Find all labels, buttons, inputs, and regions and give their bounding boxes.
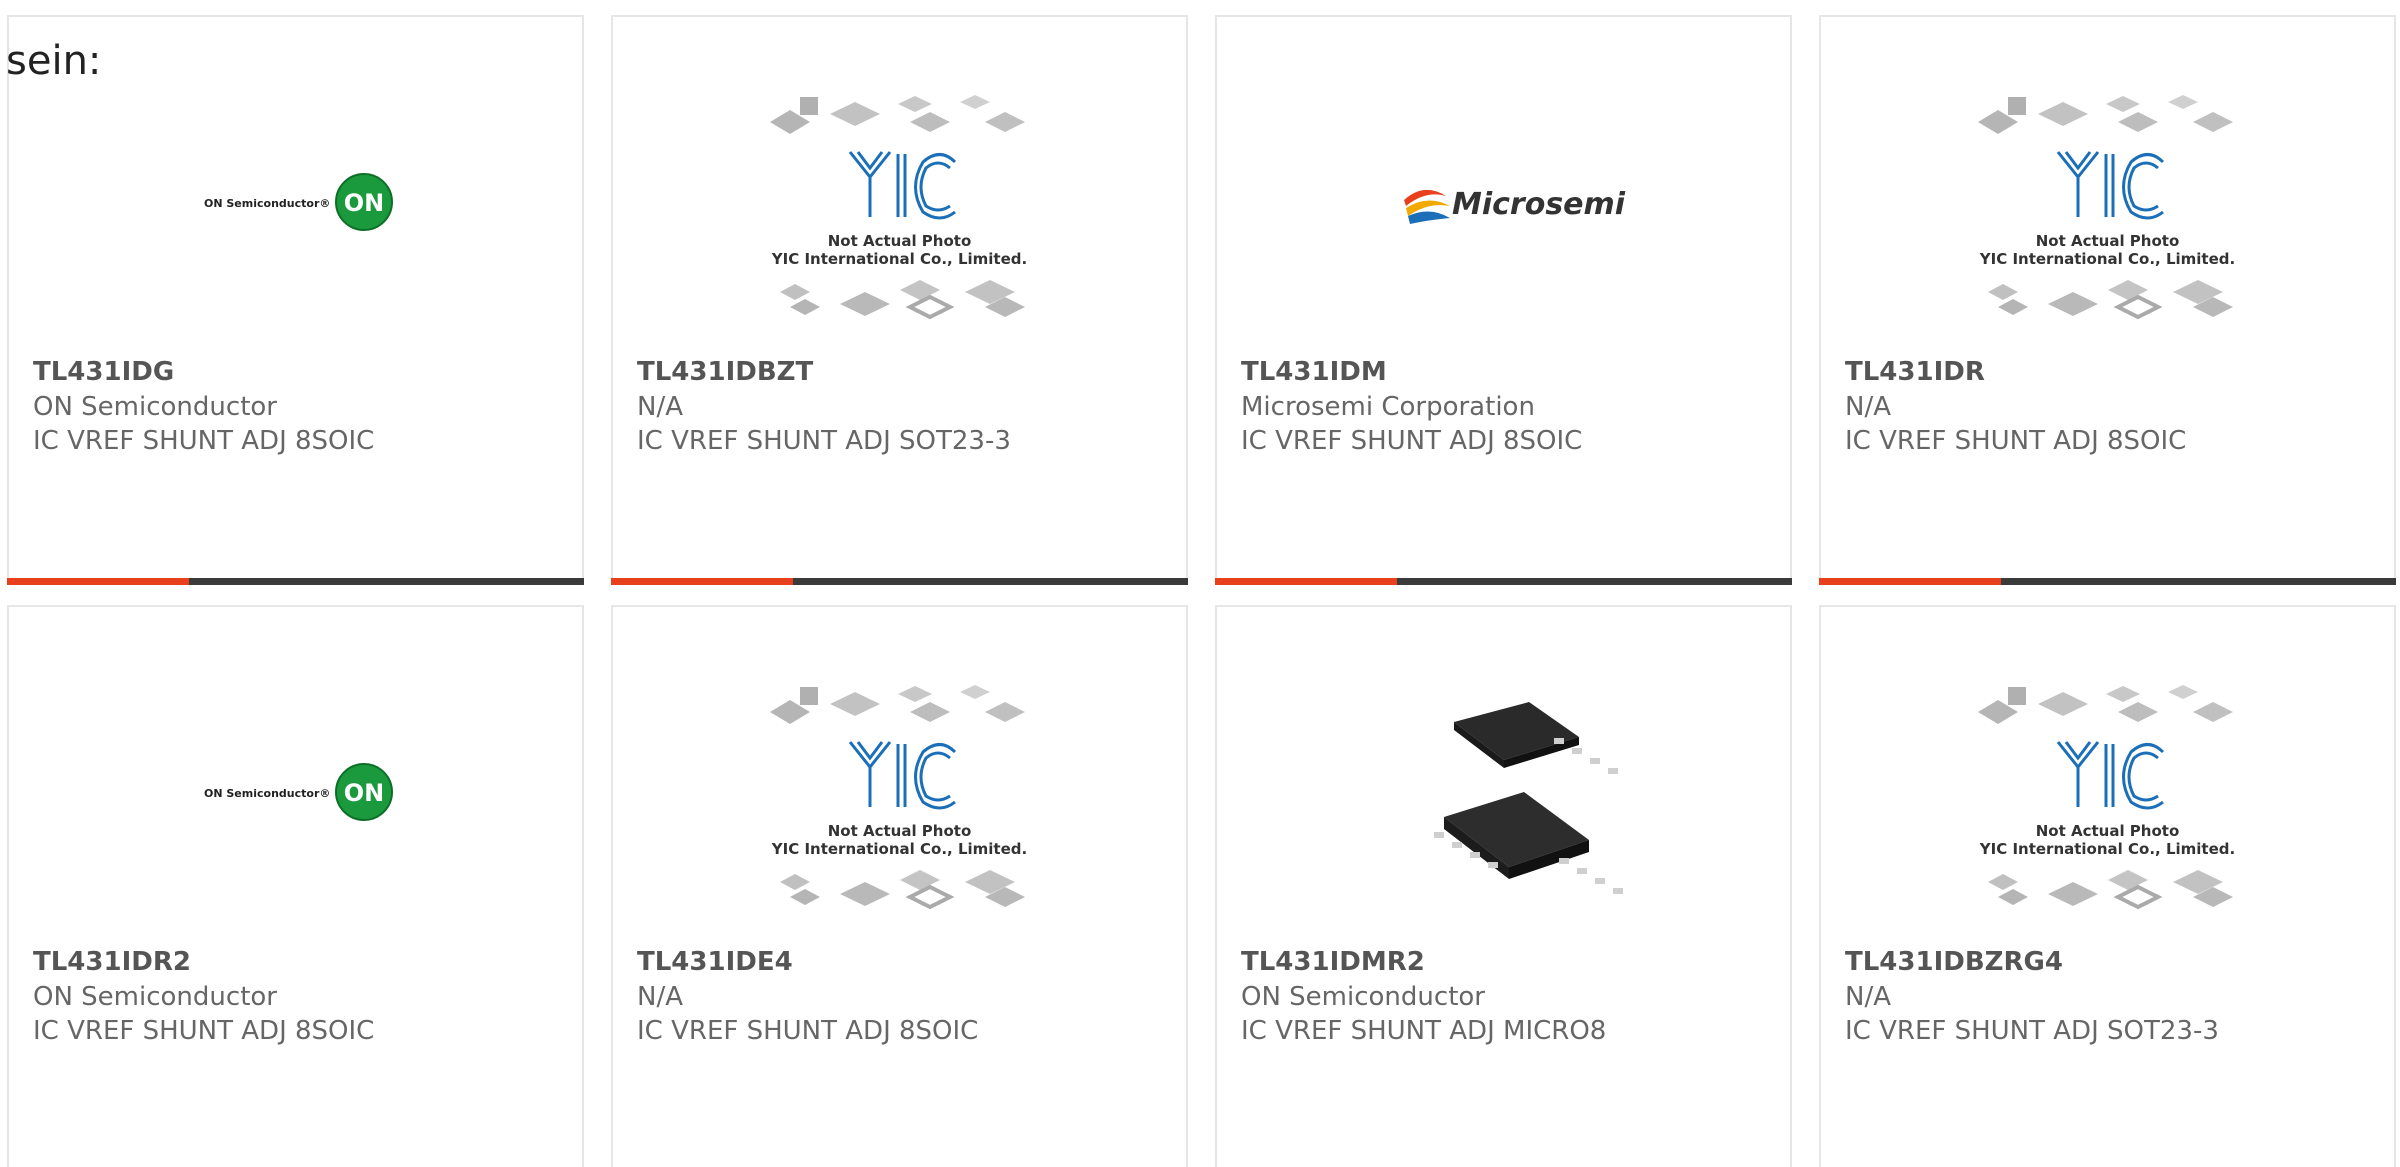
- product-image[interactable]: Not Actual Photo YIC International Co., L…: [1958, 682, 2258, 922]
- product-card[interactable]: TL431IDMR2 ON Semiconductor IC VREF SHUNT …: [1215, 605, 1792, 1167]
- on-logo-text: ON Semiconductor®: [204, 197, 330, 210]
- product-part-number[interactable]: TL431IDBZT: [637, 357, 813, 387]
- placeholder-line2: YIC International Co., Limited.: [1979, 250, 2236, 268]
- product-card[interactable]: Microsemi TL431IDM Microsemi Corporation IC…: [1215, 15, 1792, 585]
- product-part-number[interactable]: TL431IDR2: [33, 947, 191, 977]
- placeholder-line2: YIC International Co., Limited.: [771, 840, 1028, 858]
- placeholder-line2: YIC International Co., Limited.: [771, 250, 1028, 268]
- yic-placeholder-image: [769, 95, 1025, 320]
- product-card[interactable]: Not Actual Photo YIC International Co., L…: [1819, 605, 2396, 1167]
- lead-text: sein:: [6, 38, 102, 84]
- product-image[interactable]: Not Actual Photo YIC International Co., L…: [750, 92, 1050, 332]
- product-image[interactable]: Not Actual Photo YIC International Co., L…: [1958, 92, 2258, 332]
- product-manufacturer: ON Semiconductor: [1241, 982, 1485, 1012]
- card-bottom-bar: [611, 578, 1188, 585]
- microsemi-logo-icon: Microsemi: [1403, 187, 1626, 224]
- product-description: IC VREF SHUNT ADJ 8SOIC: [1845, 426, 2187, 456]
- placeholder-line1: Not Actual Photo: [827, 232, 972, 250]
- product-image[interactable]: Microsemi: [1354, 92, 1654, 332]
- product-description: IC VREF SHUNT ADJ SOT23-3: [1845, 1016, 2219, 1046]
- card-accent-bar: [1819, 578, 2001, 585]
- page: sein: ON Semiconductor® ON TL431IDG ON Semi…: [0, 0, 2400, 1167]
- card-accent-bar: [7, 578, 189, 585]
- product-part-number[interactable]: TL431IDG: [33, 357, 174, 387]
- yic-placeholder-image: [1977, 95, 2233, 320]
- product-description: IC VREF SHUNT ADJ SOT23-3: [637, 426, 1011, 456]
- placeholder-line1: Not Actual Photo: [827, 822, 972, 840]
- placeholder-caption: Not Actual Photo YIC International Co., L…: [1958, 232, 2258, 268]
- card-accent-bar: [611, 578, 793, 585]
- product-manufacturer: N/A: [1845, 982, 1891, 1012]
- product-part-number[interactable]: TL431IDMR2: [1241, 947, 1425, 977]
- placeholder-caption: Not Actual Photo YIC International Co., L…: [1958, 822, 2258, 858]
- microsemi-logo-text: Microsemi: [1452, 187, 1626, 222]
- placeholder-caption: Not Actual Photo YIC International Co., L…: [750, 822, 1050, 858]
- product-card[interactable]: ON Semiconductor® ON TL431IDR2 ON Semicondu…: [7, 605, 584, 1167]
- on-badge-text: ON: [343, 189, 384, 217]
- on-semiconductor-logo-icon: ON Semiconductor® ON: [204, 173, 393, 231]
- product-part-number[interactable]: TL431IDBZRG4: [1845, 947, 2063, 977]
- product-part-number[interactable]: TL431IDE4: [637, 947, 793, 977]
- product-description: IC VREF SHUNT ADJ 8SOIC: [33, 426, 375, 456]
- product-image[interactable]: ON Semiconductor® ON: [146, 682, 446, 922]
- product-manufacturer: Microsemi Corporation: [1241, 392, 1535, 422]
- placeholder-line1: Not Actual Photo: [2035, 822, 2180, 840]
- card-accent-bar: [1215, 578, 1397, 585]
- card-bottom-bar: [7, 578, 584, 585]
- product-manufacturer: N/A: [637, 982, 683, 1012]
- card-bottom-bar: [1215, 578, 1792, 585]
- product-manufacturer: ON Semiconductor: [33, 982, 277, 1012]
- on-semiconductor-logo-icon: ON Semiconductor® ON: [204, 763, 393, 821]
- placeholder-line2: YIC International Co., Limited.: [1979, 840, 2236, 858]
- product-image[interactable]: [1354, 682, 1654, 922]
- product-manufacturer: N/A: [637, 392, 683, 422]
- product-card[interactable]: Not Actual Photo YIC International Co., L…: [1819, 15, 2396, 585]
- product-image[interactable]: ON Semiconductor® ON: [146, 92, 446, 332]
- product-description: IC VREF SHUNT ADJ 8SOIC: [637, 1016, 979, 1046]
- on-badge-text: ON: [343, 779, 384, 807]
- yic-placeholder-image: [769, 685, 1025, 910]
- product-card[interactable]: Not Actual Photo YIC International Co., L…: [611, 605, 1188, 1167]
- card-bottom-bar: [1819, 578, 2396, 585]
- product-description: IC VREF SHUNT ADJ 8SOIC: [1241, 426, 1583, 456]
- product-manufacturer: ON Semiconductor: [33, 392, 277, 422]
- on-logo-text: ON Semiconductor®: [204, 787, 330, 800]
- product-part-number[interactable]: TL431IDR: [1845, 357, 1985, 387]
- product-part-number[interactable]: TL431IDM: [1241, 357, 1387, 387]
- product-card[interactable]: ON Semiconductor® ON TL431IDG ON Semiconduc…: [7, 15, 584, 585]
- product-image[interactable]: Not Actual Photo YIC International Co., L…: [750, 682, 1050, 922]
- product-card[interactable]: Not Actual Photo YIC International Co., L…: [611, 15, 1188, 585]
- yic-placeholder-image: [1977, 685, 2233, 910]
- product-description: IC VREF SHUNT ADJ MICRO8: [1241, 1016, 1607, 1046]
- placeholder-caption: Not Actual Photo YIC International Co., L…: [750, 232, 1050, 268]
- product-manufacturer: N/A: [1845, 392, 1891, 422]
- chip-photo-icon: [1433, 702, 1623, 894]
- product-description: IC VREF SHUNT ADJ 8SOIC: [33, 1016, 375, 1046]
- placeholder-line1: Not Actual Photo: [2035, 232, 2180, 250]
